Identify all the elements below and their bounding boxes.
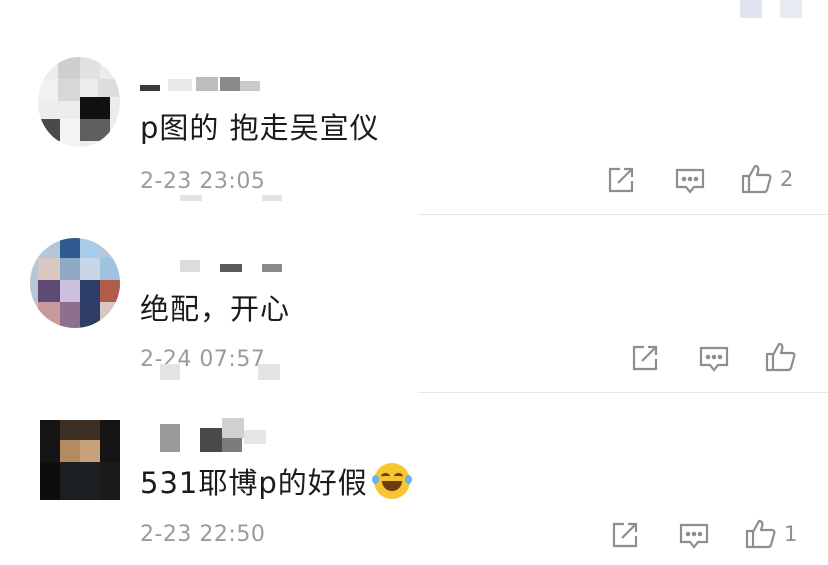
redaction-mark (258, 364, 280, 380)
top-partial-icons (740, 0, 810, 20)
redaction-mark (180, 195, 202, 201)
share-button[interactable] (606, 165, 636, 195)
share-button[interactable] (630, 343, 660, 373)
redaction-mark (160, 364, 180, 380)
share-icon (632, 345, 658, 371)
like-button[interactable] (764, 341, 804, 373)
like-button[interactable]: 2 (740, 163, 793, 195)
comment-item: 绝配，开心 2-24 07:57 (0, 230, 828, 393)
laughing-tears-emoji-icon (371, 463, 412, 499)
reply-button[interactable] (678, 522, 710, 550)
avatar[interactable] (38, 57, 120, 147)
thumbs-up-icon (745, 519, 776, 549)
username-redacted[interactable] (160, 418, 270, 452)
comment-icon (679, 523, 709, 549)
avatar[interactable] (40, 420, 120, 500)
comment-time: 2-23 23:05 (140, 169, 266, 194)
comment-text: 531耶博p的好假 (140, 460, 412, 502)
comment-item: 531耶博p的好假 2-23 22:50 1 (0, 410, 828, 565)
username-redacted[interactable] (140, 77, 260, 91)
reply-button[interactable] (698, 345, 730, 373)
thumbs-up-icon (741, 164, 772, 194)
reply-button[interactable] (674, 167, 706, 195)
comment-text: p图的 抱走吴宣仪 (140, 111, 380, 145)
redaction-mark (262, 195, 282, 201)
avatar[interactable] (30, 238, 120, 328)
comment-text: 绝配，开心 (140, 292, 291, 326)
like-count: 1 (784, 522, 798, 546)
share-button[interactable] (610, 520, 640, 550)
divider (418, 392, 828, 393)
blurred-block (740, 0, 762, 18)
comment-icon (675, 168, 705, 194)
comment-item: p图的 抱走吴宣仪 2-23 23:05 2 (0, 55, 828, 215)
thumbs-up-icon (765, 342, 796, 372)
comment-text-body: 531耶博p的好假 (140, 466, 368, 500)
comment-icon (699, 346, 729, 372)
username-redacted[interactable] (180, 258, 290, 272)
share-icon (608, 167, 634, 193)
like-button[interactable]: 1 (744, 518, 797, 550)
blurred-block (780, 0, 802, 18)
comment-time: 2-23 22:50 (140, 522, 266, 547)
comment-time: 2-24 07:57 (140, 347, 266, 372)
share-icon (612, 522, 638, 548)
like-count: 2 (780, 167, 794, 191)
divider (418, 214, 828, 215)
